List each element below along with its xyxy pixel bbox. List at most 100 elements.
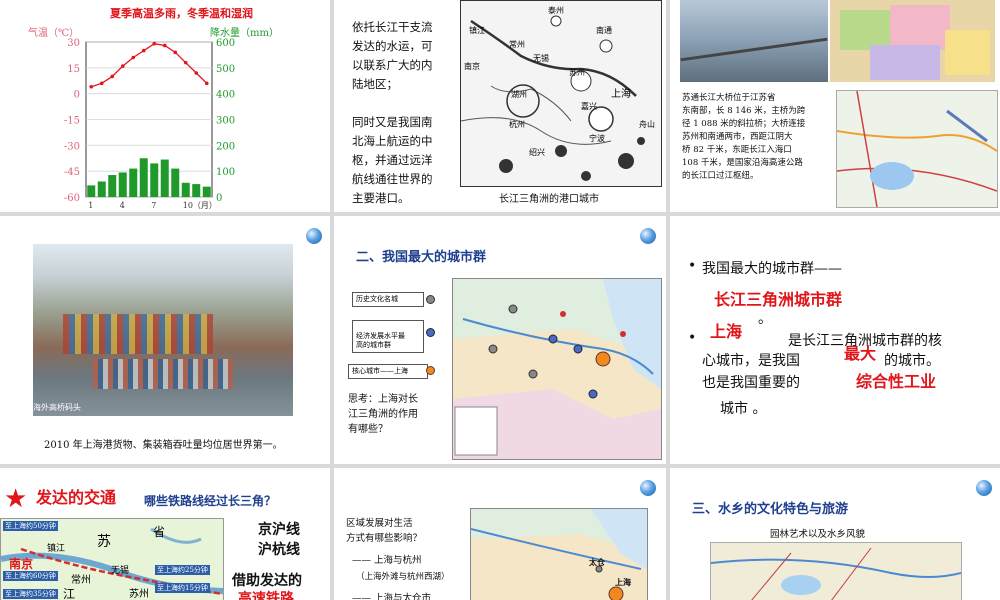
transport-title: 发达的交通 — [36, 488, 117, 507]
label-nanjing: 南京 — [9, 557, 34, 571]
think-question: 思考：上海对长 江三角洲的作用 有哪些？ — [348, 394, 418, 435]
slide-sutong-bridge[interactable]: 苏通长江大桥位于江苏省 东南部，长 8 146 米，主桥为跨 径 1 088 米… — [670, 0, 1000, 212]
map-label-jiaxing: 嘉兴 — [581, 102, 597, 111]
precip-bar — [181, 182, 190, 197]
slide-transport[interactable]: ★ 发达的交通 哪些铁路线经过长三角？ 至上海约50分钟 南京 镇江 苏 省 至… — [0, 468, 330, 600]
x-tick-label: 10（月） — [183, 201, 217, 210]
right-tick-label: 200 — [216, 141, 235, 152]
label-jiang: 江 — [63, 587, 76, 600]
map-label-hangzhou: 杭州 — [509, 120, 525, 129]
slide-climate-chart[interactable]: 夏季高温多雨，冬季温和湿润 气温（℃） 降水量（mm） 30 600 15 500 0 4… — [0, 0, 330, 212]
bullet-2: • — [688, 330, 697, 346]
temp-point — [194, 71, 199, 75]
right-tick-label: 100 — [216, 167, 235, 178]
map-label-ningbo: 宁波 — [589, 134, 605, 143]
slide-port-cities[interactable]: 依托长江干支流 发达的水运，可 以联系广大的内 陆地区； 同时又是我国南 北海上… — [334, 0, 666, 212]
province-map — [830, 0, 995, 82]
answer-largest: 最大 — [844, 344, 877, 363]
precip-bar — [171, 168, 180, 197]
pair-shanghai-hangzhou: —— 上海与杭州 — [352, 555, 422, 566]
tourism-caption: 园林艺术以及水乡风貌 — [770, 529, 866, 540]
climate-chart: 30 600 15 500 0 400 -15 300 -30 200 -45 100 -60 0 1 4 7 1… — [64, 38, 235, 210]
line-important: 也是我国重要的 — [702, 375, 800, 391]
port-map: 泰州 镇江 南通 常州 南京 无锡 苏州 上海 湖州 嘉兴 杭州 宁波 绍兴 舟… — [460, 0, 662, 187]
port-map-caption: 长江三角洲的港口城市 — [499, 194, 599, 205]
precip-bar — [150, 163, 159, 197]
map-label-nantong: 南通 — [596, 26, 612, 35]
legend-economic-cluster: 经济发展水平最 高的城市群 — [352, 320, 424, 353]
city-cluster-map — [452, 278, 662, 460]
container-port-photo: 海外高桥码头 — [33, 244, 293, 416]
slide-core-city[interactable]: • 我国最大的城市群—— 长江三角洲城市群 。 上海 • 是长江三角洲城市群的核… — [670, 216, 1000, 464]
slide-culture-tourism[interactable]: 三、水乡的文化特色与旅游 园林艺术以及水乡风貌 — [670, 468, 1000, 600]
temp-point — [141, 48, 146, 53]
port-description: 依托长江干支流 发达的水运，可 以联系广大的内 陆地区； 同时又是我国南 北海上… — [352, 20, 433, 205]
map-label-changzhou: 常州 — [509, 40, 525, 49]
left-tick-label: -30 — [64, 141, 80, 152]
pair-note: （上海外滩与杭州西湖） — [356, 572, 450, 582]
line-largest-cluster: 我国最大的城市群—— — [702, 261, 842, 277]
bullet-1: • — [688, 258, 697, 274]
left-tick-label: 15 — [67, 64, 80, 75]
map-label-shaoxing: 绍兴 — [529, 148, 545, 157]
rail-map: 至上海约50分钟 南京 镇江 苏 省 至上海约60分钟 常州 无锡 至上海约25… — [0, 518, 224, 600]
legend-core-city: 核心城市——上海 — [348, 364, 428, 379]
temp-point — [89, 84, 94, 89]
section-title: 三、水乡的文化特色与旅游 — [692, 502, 849, 517]
railway-answer: 京沪线 沪杭线 — [258, 522, 300, 558]
label-sheng: 省 — [153, 525, 166, 539]
precip-bar — [139, 158, 148, 197]
legend-dot-orange — [426, 366, 435, 375]
map-label-suzhou: 苏州 — [569, 68, 585, 77]
line-city: 的城市。 — [884, 353, 940, 369]
highspeed-rail: 高速铁路 — [238, 591, 294, 600]
bridge-road-map — [836, 90, 998, 208]
map-label-zhenjiang: 镇江 — [469, 26, 485, 35]
temp-point — [173, 50, 178, 55]
temp-point — [110, 74, 115, 79]
globe-icon — [306, 228, 322, 244]
legend-historic-cities: 历史文化名城 — [352, 292, 424, 307]
map-label-huzhou: 湖州 — [511, 90, 527, 99]
label-changzhou: 常州 — [71, 575, 91, 586]
left-tick-label: -45 — [64, 167, 80, 178]
globe-icon — [976, 480, 992, 496]
right-tick-label: 0 — [216, 193, 222, 204]
lifestyle-map: 太仓 上海 — [470, 508, 648, 600]
legend-dot-gray — [426, 295, 435, 304]
highspeed-lead: 借助发达的 — [232, 573, 302, 589]
precip-bar — [129, 168, 138, 197]
map-label-shanghai: 上海 — [611, 89, 631, 100]
railway-question: 哪些铁路线经过长三角？ — [144, 494, 277, 508]
left-tick-label: 30 — [67, 38, 80, 49]
legend-dot-blue — [426, 328, 435, 337]
precip-bar — [192, 184, 201, 197]
right-tick-label: 400 — [216, 90, 235, 101]
x-tick-label: 1 — [88, 201, 93, 210]
port-caption: 2010 年上海港货物、集装箱吞吐量均位居世界第一。 — [44, 440, 283, 451]
map-label-taizhou: 泰州 — [548, 6, 564, 15]
line-city-end: 城市 。 — [720, 401, 767, 417]
star-icon: ★ — [4, 484, 28, 514]
temp-point — [162, 43, 167, 48]
left-tick-label: 0 — [74, 90, 80, 101]
slide-lifestyle[interactable]: 区域发展对生活 方式有哪些影响？ —— 上海与杭州 （上海外滩与杭州西湖） ——… — [334, 468, 666, 600]
answer-industrial: 综合性工业 — [856, 372, 937, 391]
slide-city-cluster[interactable]: 二、我国最大的城市群 历史文化名城 经济发展水平最 高的城市群 核心城市——上海… — [334, 216, 666, 464]
right-tick-label: 500 — [216, 64, 235, 75]
section-title: 二、我国最大的城市群 — [356, 250, 487, 265]
left-tick-label: -60 — [64, 193, 80, 204]
answer-yangtze-cluster: 长江三角洲城市群 — [714, 290, 843, 309]
right-tick-label: 300 — [216, 116, 235, 127]
temp-point — [152, 41, 157, 46]
period-1: 。 — [758, 311, 772, 327]
precip-bar — [118, 172, 127, 197]
precip-bar — [97, 181, 106, 197]
slide-port-photo[interactable]: 海外高桥码头 2010 年上海港货物、集装箱吞吐量均位居世界第一。 — [0, 216, 330, 464]
tourism-map — [710, 542, 962, 600]
temp-point — [131, 55, 136, 60]
precip-bar — [87, 185, 96, 197]
line-country-largest: 心城市，是我国 — [702, 353, 800, 369]
right-tick-label: 600 — [216, 38, 235, 49]
x-tick-label: 4 — [120, 201, 125, 210]
